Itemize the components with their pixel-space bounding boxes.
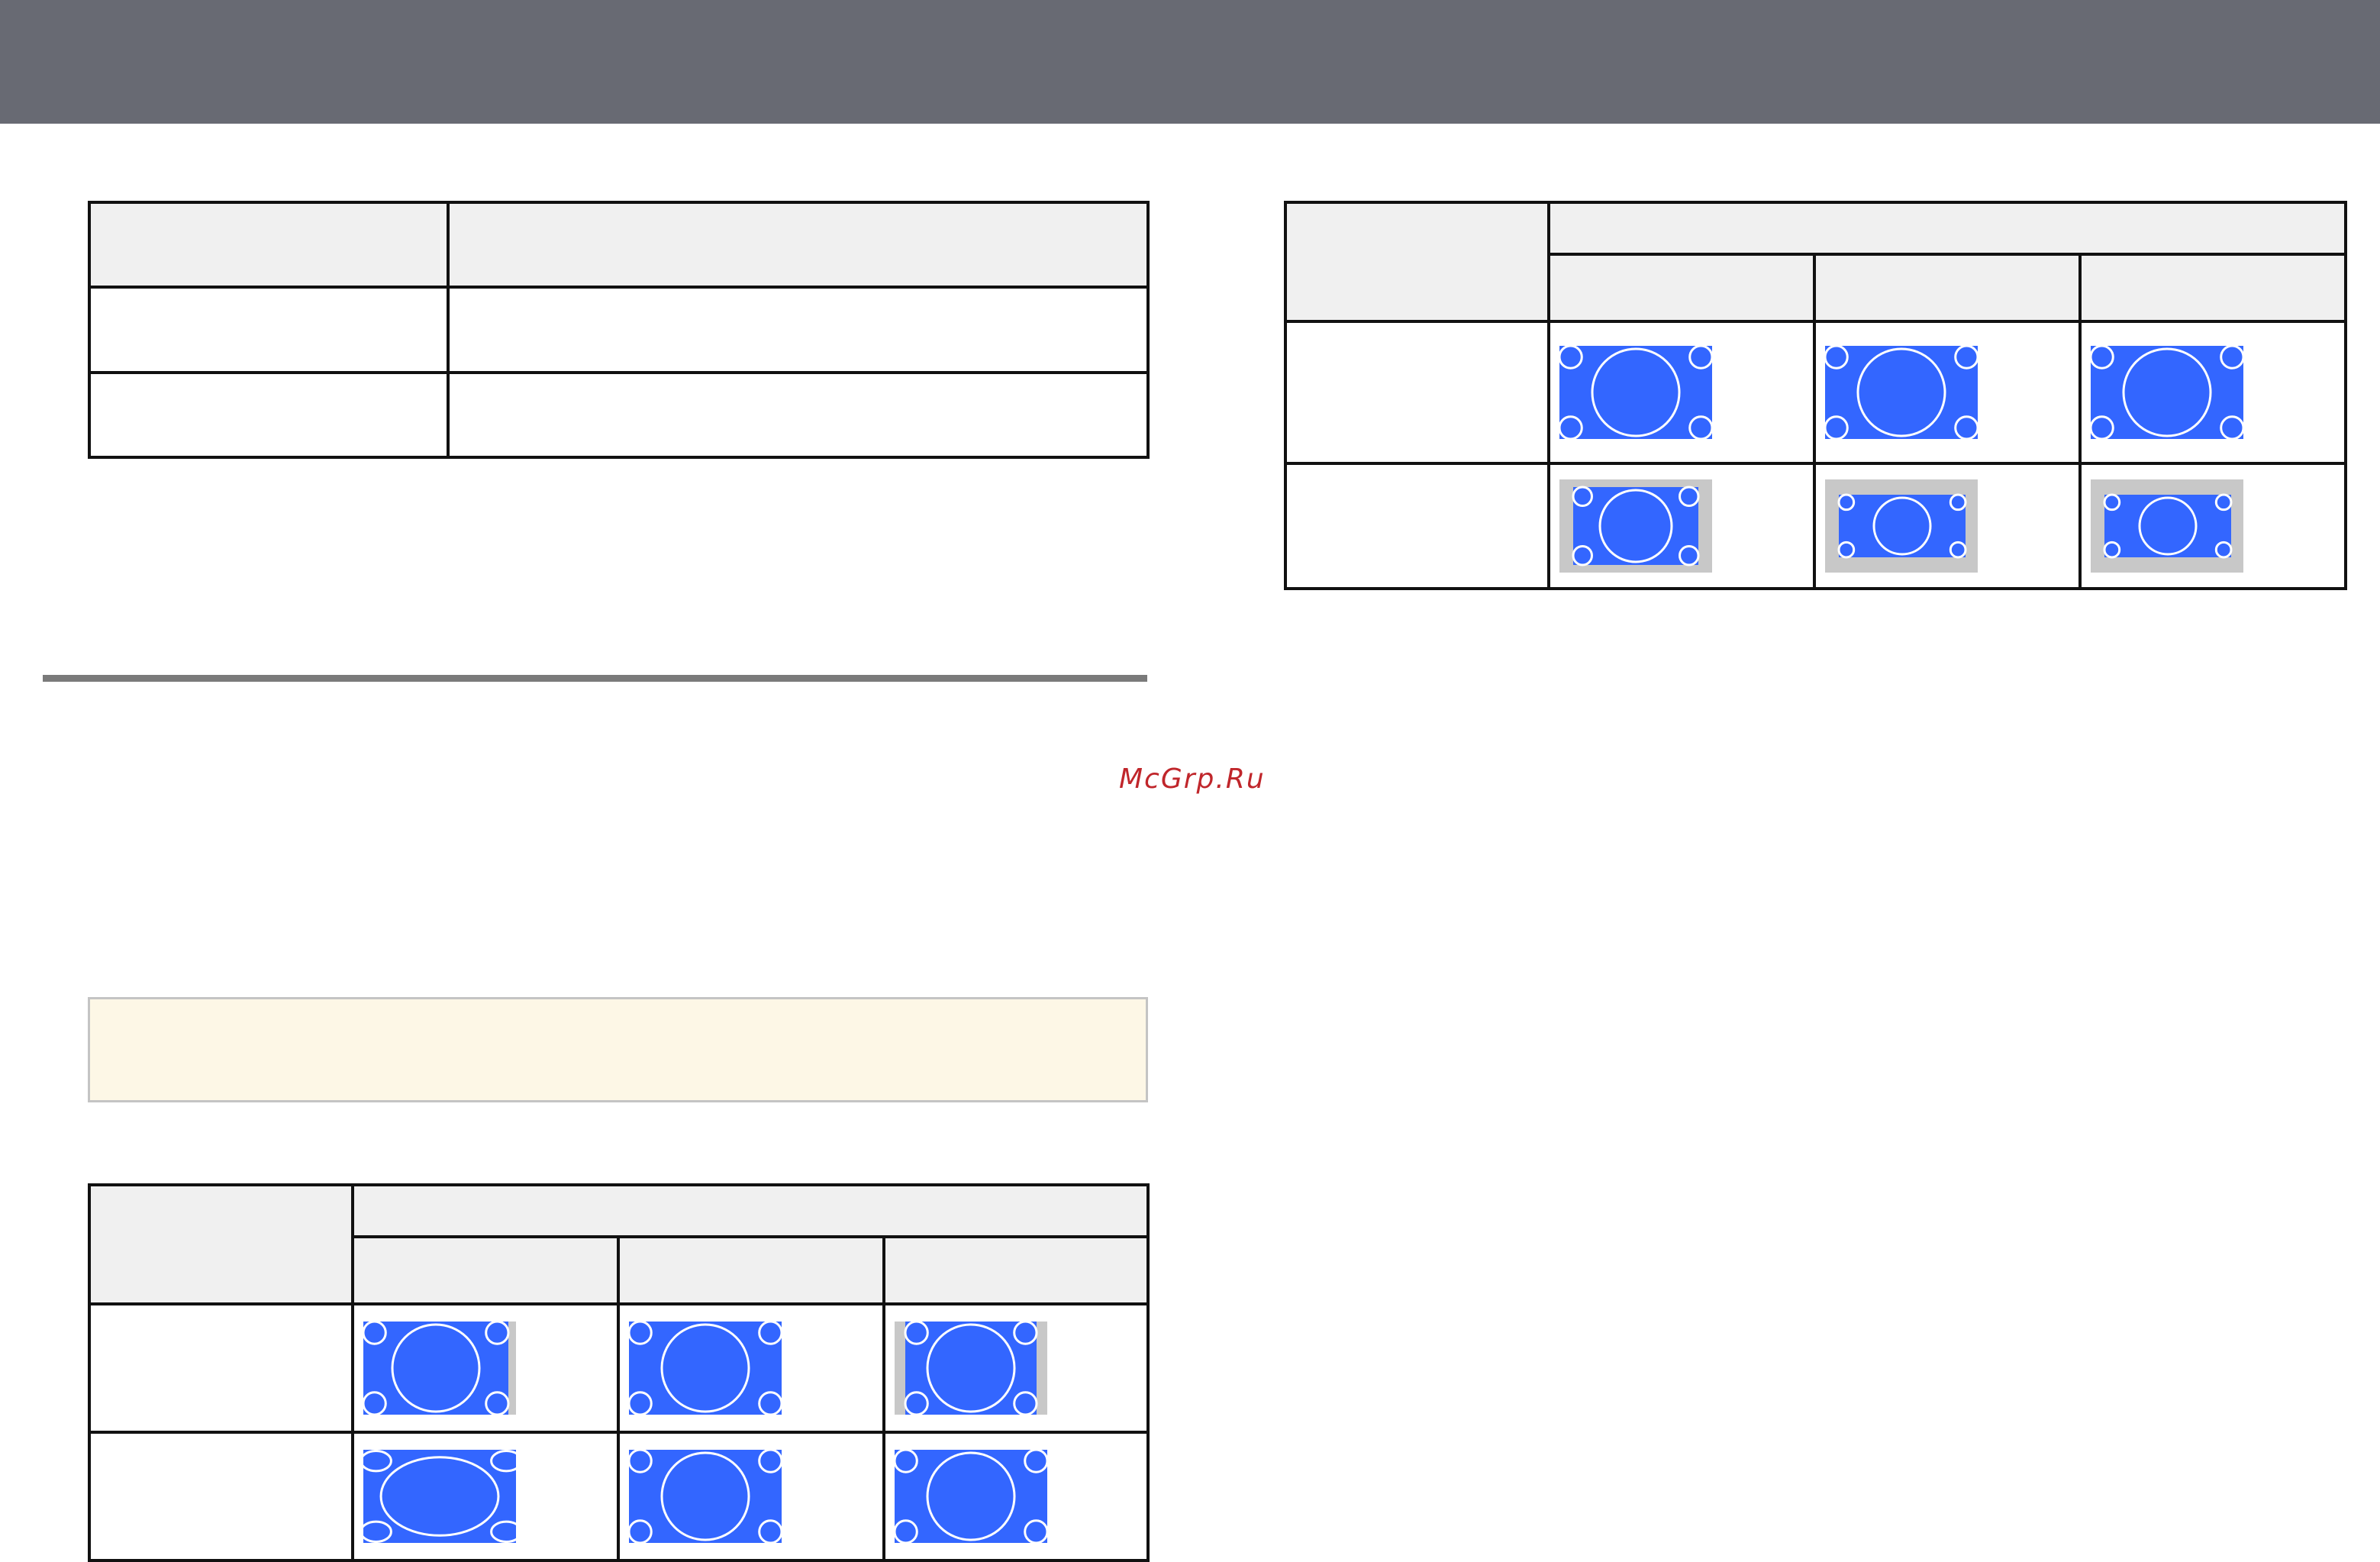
table-header-cell bbox=[1813, 253, 2082, 323]
table-cell bbox=[1547, 320, 1816, 465]
table-cell bbox=[351, 1431, 620, 1562]
table-cell bbox=[2078, 462, 2348, 590]
table-header-row bbox=[1284, 201, 2348, 323]
aspect-preview-icon bbox=[1825, 346, 1978, 439]
table-header-cell bbox=[2078, 253, 2348, 323]
table-cell bbox=[88, 370, 450, 460]
table-header-cell bbox=[88, 200, 450, 289]
table-cell bbox=[882, 1431, 1150, 1562]
table-header-cell bbox=[882, 1235, 1150, 1305]
table-row bbox=[88, 1302, 1150, 1434]
aspect-preview-icon bbox=[2091, 346, 2243, 439]
table-cell bbox=[1547, 462, 1816, 590]
aspect-preview-icon bbox=[2091, 479, 2243, 573]
aspect-table-upper bbox=[1284, 201, 2348, 590]
table-header-cell bbox=[1546, 201, 2348, 256]
aspect-preview-icon bbox=[629, 1322, 782, 1415]
table-header-cell bbox=[1284, 201, 1550, 323]
table-cell bbox=[88, 286, 450, 374]
aspect-preview-icon bbox=[895, 1450, 1047, 1543]
table-header-cell bbox=[351, 1235, 620, 1305]
aspect-preview-icon bbox=[363, 1450, 516, 1543]
aspect-preview-icon bbox=[895, 1322, 1047, 1415]
table-cell bbox=[1813, 462, 2082, 590]
table-header-row bbox=[88, 200, 1150, 289]
table-header-cell bbox=[617, 1235, 885, 1305]
table-cell bbox=[2078, 320, 2348, 465]
screen-area bbox=[2104, 495, 2231, 557]
screen-area bbox=[1839, 495, 1966, 557]
table-header-cell bbox=[350, 1183, 1150, 1238]
table-cell bbox=[617, 1302, 885, 1434]
table-row bbox=[1284, 320, 2348, 465]
watermark: McGrp.Ru bbox=[1119, 763, 1266, 795]
table-row bbox=[88, 370, 1150, 460]
header-bar bbox=[0, 0, 2380, 124]
table-cell bbox=[351, 1302, 620, 1434]
table-cell bbox=[617, 1431, 885, 1562]
table-cell bbox=[447, 370, 1150, 460]
table-header-row bbox=[88, 1183, 1150, 1305]
table-cell bbox=[447, 286, 1150, 374]
table-cell bbox=[88, 1431, 354, 1562]
table-cell bbox=[882, 1302, 1150, 1434]
aspect-preview-icon bbox=[1559, 346, 1712, 439]
table-header-cell bbox=[447, 200, 1150, 289]
table-cell bbox=[88, 1302, 354, 1434]
table-cell bbox=[1284, 320, 1550, 465]
aspect-preview-icon bbox=[1825, 479, 1978, 573]
note-box bbox=[88, 997, 1148, 1102]
table-row bbox=[88, 1431, 1150, 1562]
settings-table bbox=[88, 200, 1150, 460]
table-header-cell bbox=[1547, 253, 1816, 323]
aspect-preview-icon bbox=[629, 1450, 782, 1543]
screen-area bbox=[363, 1450, 516, 1543]
aspect-table-lower bbox=[88, 1183, 1150, 1562]
table-header-cell bbox=[88, 1183, 354, 1305]
table-cell bbox=[1813, 320, 2082, 465]
table-row bbox=[1284, 462, 2348, 590]
aspect-preview-icon bbox=[1559, 479, 1712, 573]
table-row bbox=[88, 286, 1150, 374]
section-divider bbox=[43, 675, 1147, 682]
screen-area bbox=[905, 1322, 1037, 1415]
table-cell bbox=[1284, 462, 1550, 590]
aspect-preview-icon bbox=[363, 1322, 516, 1415]
